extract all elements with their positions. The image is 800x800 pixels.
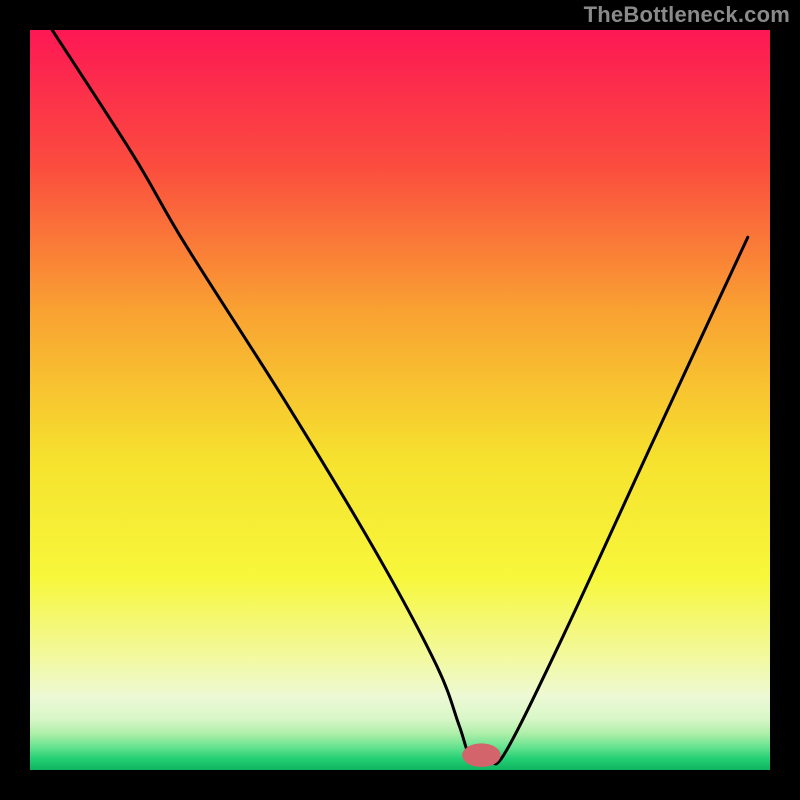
chart-frame: TheBottleneck.com [0,0,800,800]
gradient-background [30,30,770,770]
optimal-marker [462,743,500,767]
watermark-text: TheBottleneck.com [584,2,790,28]
bottleneck-chart [0,0,800,800]
